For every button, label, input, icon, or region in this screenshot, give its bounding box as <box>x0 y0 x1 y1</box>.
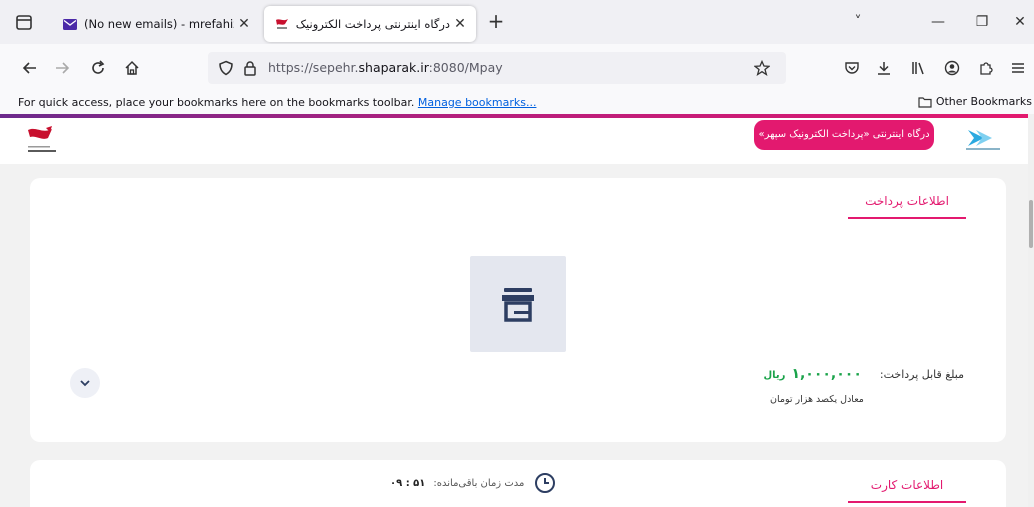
manage-bookmarks-link[interactable]: Manage bookmarks... <box>418 96 537 109</box>
other-bookmarks-label: Other Bookmarks <box>935 95 1032 108</box>
bookmark-star-icon[interactable] <box>750 56 774 80</box>
forward-arrow-icon[interactable] <box>50 56 74 80</box>
tab-title: (No new emails) - mrefahizade <box>84 17 234 31</box>
clock-icon <box>535 473 556 493</box>
gateway-header: درگاه اینترنتی «پرداخت الکترونیک سپهر» <box>0 118 1028 164</box>
expand-details-button[interactable] <box>70 368 100 398</box>
merchant-logo-placeholder <box>470 256 566 352</box>
card-info-tab[interactable]: اطلاعات کارت <box>848 478 966 503</box>
minimize-icon[interactable]: — <box>924 10 952 34</box>
remaining-time-value: ۰۹ : ۵۱ <box>390 477 426 489</box>
tracking-shield-icon[interactable] <box>214 56 238 80</box>
downloads-icon[interactable] <box>872 56 896 80</box>
tab-list-icon <box>16 15 32 30</box>
amount-value: ۱,۰۰۰,۰۰۰ <box>791 366 862 382</box>
reload-icon[interactable] <box>86 56 110 80</box>
remaining-time: مدت زمان باقی‌مانده: ۰۹ : ۵۱ <box>390 472 556 494</box>
card-info-card: اطلاعات کارت مدت زمان باقی‌مانده: ۰۹ : ۵… <box>30 460 1006 507</box>
library-icon[interactable] <box>906 56 930 80</box>
other-bookmarks-button[interactable]: Other Bookmarks <box>918 95 1032 108</box>
account-icon[interactable] <box>940 56 964 80</box>
close-tab-icon[interactable]: ✕ <box>450 14 470 34</box>
remaining-time-label: مدت زمان باقی‌مانده: <box>433 477 525 489</box>
payment-info-card: اطلاعات پرداخت مبلغ قابل پرداخت: ۱,۰۰۰,۰… <box>30 178 1006 442</box>
shaparak-logo <box>962 126 1008 156</box>
pocket-icon[interactable] <box>840 56 864 80</box>
menu-hamburger-icon[interactable] <box>1006 56 1030 80</box>
gateway-title-badge: درگاه اینترنتی «پرداخت الکترونیک سپهر» <box>754 120 934 150</box>
url-suffix: :8080/Mpay <box>428 60 503 75</box>
page-scrollbar[interactable] <box>1028 114 1034 507</box>
restore-icon[interactable]: ❐ <box>968 10 996 34</box>
bookmarks-toolbar: For quick access, place your bookmarks h… <box>0 92 1034 114</box>
mail-icon <box>62 16 78 32</box>
tab-payment-gateway[interactable]: درگاه اینترنتی پرداخت الکترونیک ✕ <box>264 6 476 42</box>
amount-in-words: معادل یکصد هزار تومان <box>770 394 864 405</box>
payment-info-tab[interactable]: اطلاعات پرداخت <box>848 194 966 219</box>
amount-label: مبلغ قابل پرداخت: <box>879 368 964 381</box>
back-arrow-icon[interactable] <box>18 56 42 80</box>
bookmarks-hint: For quick access, place your bookmarks h… <box>18 96 536 109</box>
store-icon <box>502 288 534 322</box>
tab-bar: (No new emails) - mrefahizade ✕ درگاه ای… <box>0 0 1034 44</box>
amount-row: مبلغ قابل پرداخت: ۱,۰۰۰,۰۰۰ ریال <box>763 366 964 382</box>
url-prefix: https://sepehr. <box>268 60 359 75</box>
bookmarks-hint-text: For quick access, place your bookmarks h… <box>18 96 415 109</box>
tab-email[interactable]: (No new emails) - mrefahizade ✕ <box>52 6 260 42</box>
scrollbar-thumb[interactable] <box>1029 200 1033 248</box>
chevron-down-icon <box>80 380 90 387</box>
url-domain: shaparak.ir <box>358 60 429 75</box>
list-all-tabs-chevron-icon[interactable]: ˅ <box>844 10 872 34</box>
close-tab-icon[interactable]: ✕ <box>234 14 254 34</box>
extensions-icon[interactable] <box>974 56 998 80</box>
new-tab-button[interactable]: + <box>484 10 508 34</box>
tab-list-button[interactable] <box>12 10 36 34</box>
sepehr-bank-logo <box>22 124 74 158</box>
page-content: درگاه اینترنتی «پرداخت الکترونیک سپهر» ا… <box>0 118 1028 507</box>
lock-icon[interactable] <box>238 56 262 80</box>
sepehr-favicon <box>274 16 290 32</box>
home-icon[interactable] <box>120 56 144 80</box>
url-text[interactable]: https://sepehr.shaparak.ir:8080/Mpay <box>268 60 503 75</box>
tab-title: درگاه اینترنتی پرداخت الکترونیک <box>296 17 450 31</box>
close-window-icon[interactable]: ✕ <box>1006 10 1034 34</box>
amount-unit: ریال <box>763 370 786 381</box>
folder-icon <box>918 96 932 108</box>
